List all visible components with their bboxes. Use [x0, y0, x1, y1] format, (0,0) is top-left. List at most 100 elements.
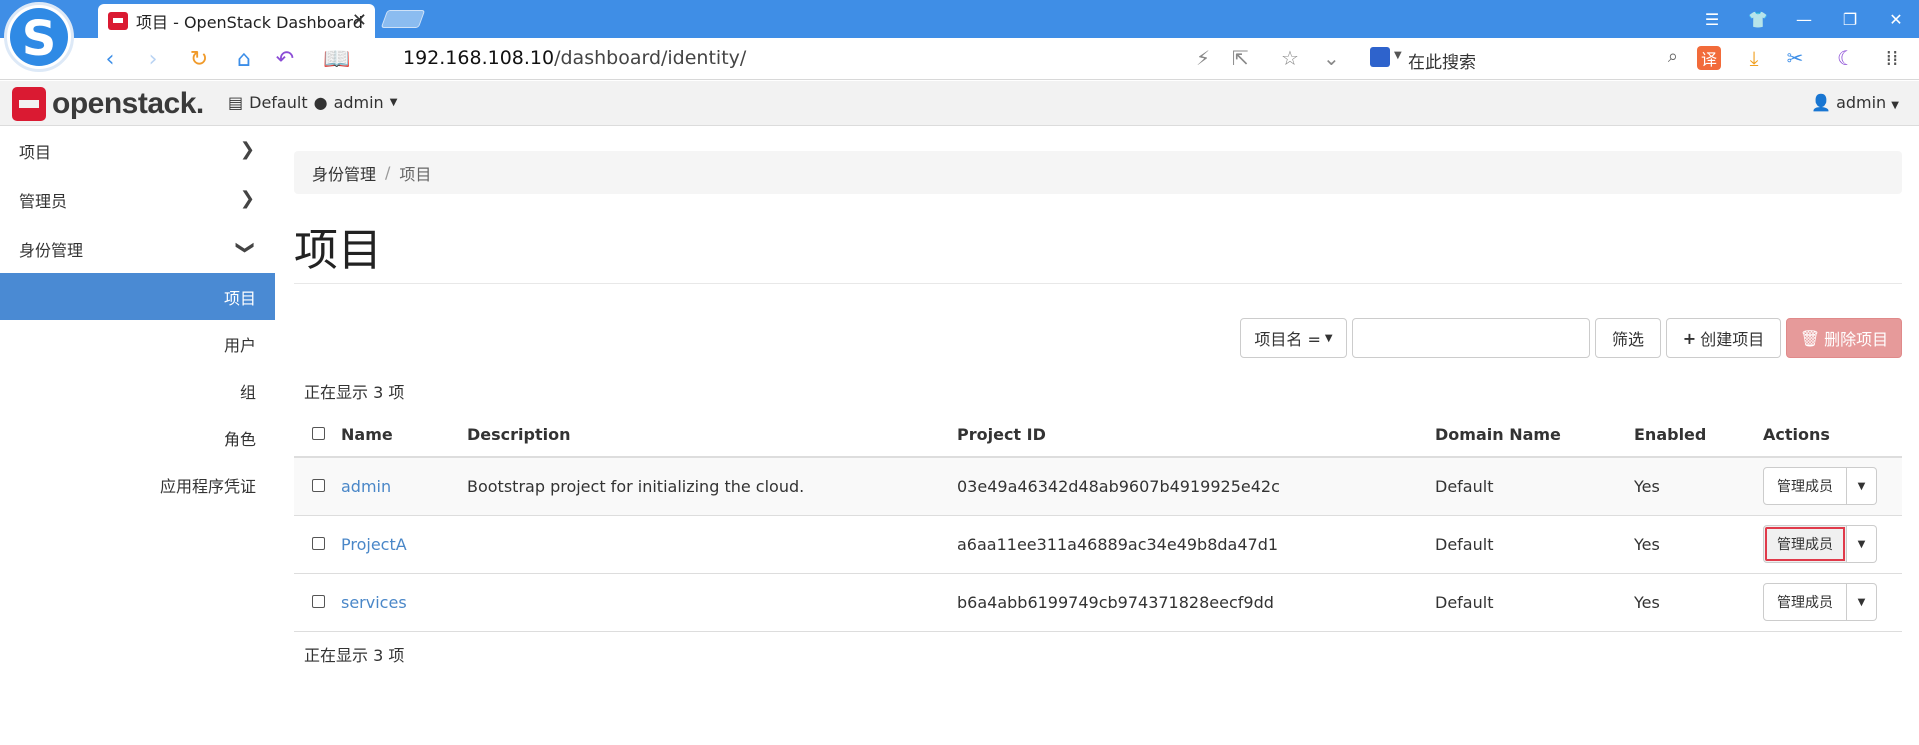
sidebar-item-groups[interactable]: 组: [0, 367, 275, 414]
row-actions: 管理成员 ▼: [1763, 467, 1902, 506]
close-tab-icon[interactable]: ✕: [352, 10, 367, 31]
browser-tabbar: 项目 - OpenStack Dashboard ✕ ☰ 👕 — ❐ ✕: [0, 0, 1919, 38]
page-title: 项目: [294, 225, 382, 276]
project-id: b6a4abb6199749cb974371828eecf9dd: [957, 573, 1435, 632]
openstack-favicon-icon: [108, 12, 128, 30]
project-domain: Default: [1435, 457, 1634, 516]
breadcrumb-separator: /: [385, 163, 391, 182]
col-header-description[interactable]: Description: [467, 412, 957, 458]
home-icon[interactable]: ⌂: [229, 44, 259, 74]
delete-project-button[interactable]: 🗑 删除项目: [1786, 318, 1902, 358]
sidebar-item-label: 角色: [223, 429, 256, 449]
translate-icon[interactable]: 译: [1697, 46, 1721, 70]
restore-icon[interactable]: ❐: [1827, 0, 1873, 38]
sidebar-item-projects[interactable]: 项目: [0, 273, 275, 320]
project-label: admin: [333, 93, 384, 112]
chevron-down-icon[interactable]: ⌄: [1323, 46, 1340, 70]
filter-button[interactable]: 筛选: [1595, 318, 1661, 358]
domain-label: Default: [249, 93, 308, 112]
chevron-right-icon: ❯: [239, 188, 255, 209]
domain-list-icon: ▤: [228, 93, 244, 112]
refresh-icon[interactable]: ↻: [184, 44, 214, 74]
download-icon[interactable]: ⤓: [1742, 46, 1766, 70]
sidebar-category-identity[interactable]: 身份管理 ❯: [0, 224, 275, 273]
menu-icon[interactable]: ☰: [1689, 0, 1735, 38]
url-field[interactable]: 192.168.108.10/dashboard/identity/: [403, 47, 746, 69]
col-header-enabled[interactable]: Enabled: [1634, 412, 1763, 458]
row-actions: 管理成员 ▼: [1763, 525, 1902, 563]
manage-members-button[interactable]: 管理成员: [1763, 525, 1847, 563]
back-icon[interactable]: ‹: [95, 44, 125, 74]
chevron-down-icon: ❯: [234, 239, 256, 256]
more-actions-dropdown[interactable]: ▼: [1847, 583, 1877, 621]
row-checkbox[interactable]: [312, 536, 325, 550]
browser-logo[interactable]: S: [4, 2, 74, 72]
sidebar-category-label: 身份管理: [19, 240, 84, 260]
reading-mode-icon[interactable]: 📖: [322, 44, 352, 74]
table-row: services b6a4abb6199749cb974371828eecf9d…: [294, 573, 1902, 632]
row-checkbox[interactable]: [312, 594, 325, 608]
address-bar: ‹ › ↻ ⌂ ↶ 📖 192.168.108.10/dashboard/ide…: [0, 38, 1919, 80]
filter-input[interactable]: [1352, 318, 1590, 358]
search-box[interactable]: ▼ 在此搜索 ⌕: [1368, 44, 1678, 74]
item-count-top: 正在显示 3 项: [304, 383, 405, 402]
manage-members-button[interactable]: 管理成员: [1763, 583, 1847, 621]
search-placeholder: 在此搜索: [1408, 53, 1476, 73]
engine-caret-icon[interactable]: ▼: [1394, 50, 1402, 61]
col-header-name[interactable]: Name: [341, 412, 467, 458]
manage-members-button[interactable]: 管理成员: [1763, 467, 1847, 506]
table-row: admin Bootstrap project for initializing…: [294, 457, 1902, 516]
sidebar-category-admin[interactable]: 管理员 ❯: [0, 175, 275, 224]
breadcrumb-current: 项目: [399, 164, 432, 184]
col-header-domain[interactable]: Domain Name: [1435, 412, 1634, 458]
create-project-button[interactable]: + 创建项目: [1666, 318, 1781, 358]
url-host: 192.168.108.10: [403, 47, 555, 69]
close-window-icon[interactable]: ✕: [1873, 0, 1919, 38]
sidebar-item-label: 组: [239, 382, 256, 402]
project-name-link[interactable]: admin: [341, 477, 391, 496]
table-row: ProjectA a6aa11ee311a46889ac34e49b8da47d…: [294, 515, 1902, 574]
sidebar-item-app-credentials[interactable]: 应用程序凭证: [0, 461, 275, 508]
sidebar-item-label: 项目: [223, 288, 256, 308]
select-all-checkbox[interactable]: [312, 426, 325, 440]
project-domain: Default: [1435, 573, 1634, 632]
delete-project-label: 删除项目: [1824, 330, 1889, 349]
skin-icon[interactable]: 👕: [1735, 0, 1781, 38]
star-icon[interactable]: ☆: [1281, 46, 1299, 70]
divider: [294, 283, 1902, 284]
openstack-logo[interactable]: openstack.: [12, 87, 204, 121]
browser-tab[interactable]: 项目 - OpenStack Dashboard ✕: [98, 4, 375, 38]
sidebar: 项目 ❯ 管理员 ❯ 身份管理 ❯ 项目 用户 组 角色 应用程序凭证: [0, 126, 275, 745]
moon-icon[interactable]: ☾: [1834, 46, 1858, 70]
apps-icon[interactable]: ⁞⁞: [1880, 46, 1904, 70]
sidebar-category-project[interactable]: 项目 ❯: [0, 126, 275, 175]
forward-icon[interactable]: ›: [138, 44, 168, 74]
row-actions: 管理成员 ▼: [1763, 583, 1902, 621]
filter-field-select[interactable]: 项目名 = ▼: [1240, 318, 1347, 358]
more-actions-dropdown[interactable]: ▼: [1847, 467, 1877, 506]
new-tab-button[interactable]: [380, 10, 426, 28]
project-name-link[interactable]: services: [341, 593, 407, 612]
sidebar-item-roles[interactable]: 角色: [0, 414, 275, 461]
search-icon[interactable]: ⌕: [1668, 46, 1678, 67]
scissors-icon[interactable]: ✂: [1783, 46, 1807, 70]
url-path: /dashboard/identity/: [554, 47, 747, 69]
breadcrumb-parent[interactable]: 身份管理: [312, 161, 376, 185]
undo-close-icon[interactable]: ↶: [270, 44, 300, 74]
minimize-icon[interactable]: —: [1781, 0, 1827, 38]
project-description: [467, 573, 957, 632]
sidebar-item-users[interactable]: 用户: [0, 320, 275, 367]
tab-title: 项目 - OpenStack Dashboard: [136, 13, 363, 32]
row-actions-cell: 管理成员 ▼: [1763, 457, 1902, 516]
user-icon: 👤: [1811, 93, 1831, 112]
sidebar-item-label: 应用程序凭证: [159, 476, 256, 496]
context-picker[interactable]: ▤ Default ● admin ▼: [228, 93, 397, 112]
share-icon[interactable]: ⇱: [1232, 46, 1249, 70]
item-count-bottom: 正在显示 3 项: [304, 646, 405, 665]
row-checkbox[interactable]: [312, 478, 325, 492]
more-actions-dropdown[interactable]: ▼: [1847, 525, 1877, 563]
lightning-icon[interactable]: ⚡: [1196, 46, 1210, 70]
col-header-project-id[interactable]: Project ID: [957, 412, 1435, 458]
user-menu[interactable]: 👤 admin ▼: [1811, 93, 1899, 112]
project-name-link[interactable]: ProjectA: [341, 535, 407, 554]
